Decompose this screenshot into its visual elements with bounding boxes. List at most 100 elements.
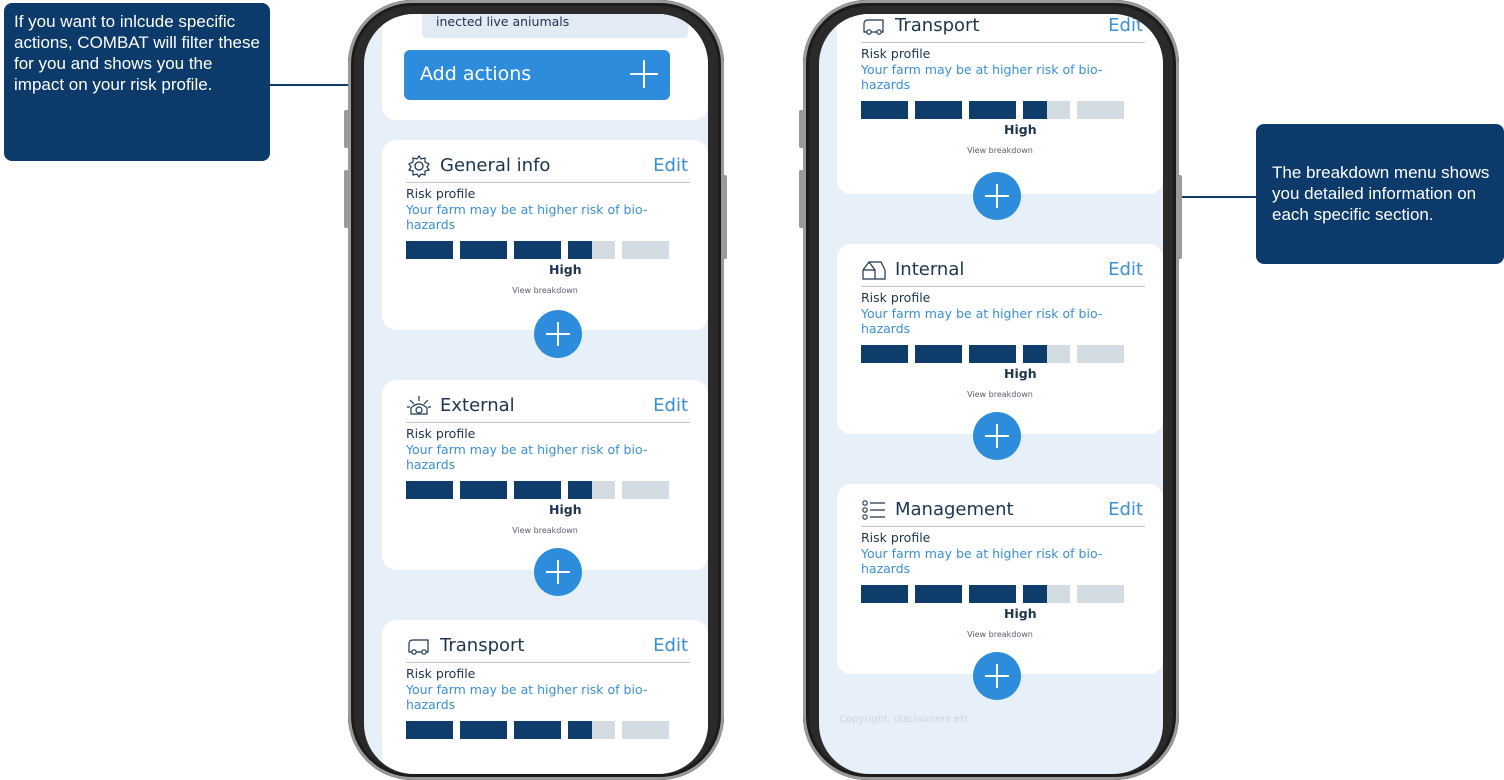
risk-bar — [406, 241, 453, 259]
risk-bar — [1077, 585, 1124, 603]
risk-profile-text: Your farm may be at higher risk of bio-h… — [861, 62, 1103, 92]
section-header: Transport Edit — [406, 634, 690, 663]
risk-profile-label: Risk profile — [861, 530, 931, 545]
truck-icon — [408, 639, 429, 655]
edit-link[interactable]: Edit — [1108, 259, 1143, 280]
section-header: Transport Edit — [861, 14, 1145, 43]
callout-text: If you want to inlcude specific actions,… — [14, 12, 260, 94]
risk-profile-text: Your farm may be at higher risk of bio-h… — [861, 546, 1103, 576]
risk-bar — [514, 481, 561, 499]
callout-text: The breakdown menu shows you detailed in… — [1272, 163, 1490, 224]
risk-bar — [969, 345, 1016, 363]
risk-bar — [514, 721, 561, 739]
view-breakdown-label: View breakdown — [967, 390, 1033, 399]
view-breakdown-label: View breakdown — [512, 286, 578, 295]
risk-level: High — [549, 262, 582, 277]
risk-bar — [1077, 101, 1124, 119]
edit-link[interactable]: Edit — [653, 635, 688, 656]
risk-profile-text: Your farm may be at higher risk of bio-h… — [406, 202, 648, 232]
copyright-text: Copyright, disclaimers etc — [839, 714, 970, 725]
section-card-management: Management Edit Risk profile Your farm m… — [837, 484, 1163, 674]
risk-bar — [915, 585, 962, 603]
risk-bar — [568, 241, 615, 259]
callout-add-actions: If you want to inlcude specific actions,… — [4, 3, 270, 161]
risk-meter — [406, 481, 671, 499]
risk-bar — [460, 721, 507, 739]
edit-link[interactable]: Edit — [653, 395, 688, 416]
risk-bar — [622, 241, 669, 259]
risk-bar — [622, 721, 669, 739]
risk-profile-text: Your farm may be at higher risk of bio-h… — [406, 682, 648, 712]
risk-bar — [568, 481, 615, 499]
risk-bar — [622, 481, 669, 499]
risk-meter — [861, 345, 1126, 363]
risk-bar — [1023, 345, 1070, 363]
section-card-transport: Transport Edit Risk profile Your farm ma… — [382, 620, 708, 774]
section-header: External Edit — [406, 394, 690, 423]
edit-link[interactable]: Edit — [653, 155, 688, 176]
gear-icon — [408, 154, 430, 178]
risk-level: High — [1004, 366, 1037, 381]
section-card-external: External Edit Risk profile Your farm may… — [382, 380, 708, 570]
risk-level: High — [549, 502, 582, 517]
risk-bar — [1023, 101, 1070, 119]
plus-icon — [630, 60, 658, 88]
close-icon[interactable] — [646, 14, 672, 26]
phone-screen: inected live aniumals Add actions Genera… — [364, 14, 708, 774]
section-title: External — [440, 395, 515, 416]
callout-breakdown: The breakdown menu shows you detailed in… — [1256, 124, 1504, 264]
risk-bar — [915, 345, 962, 363]
view-breakdown-button[interactable] — [973, 652, 1021, 700]
risk-bar — [406, 721, 453, 739]
risk-profile-label: Risk profile — [406, 186, 476, 201]
risk-profile-text: Your farm may be at higher risk of bio-h… — [406, 442, 648, 472]
risk-bar — [1077, 345, 1124, 363]
risk-profile-text: Your farm may be at higher risk of bio-h… — [861, 306, 1103, 336]
risk-bar — [1023, 585, 1070, 603]
view-breakdown-label: View breakdown — [967, 146, 1033, 155]
section-card-general-info: General info Edit Risk profile Your farm… — [382, 140, 708, 330]
section-header: General info Edit — [406, 154, 690, 183]
action-field[interactable]: inected live aniumals — [422, 14, 688, 38]
view-breakdown-button[interactable] — [534, 310, 582, 358]
list-icon — [862, 500, 885, 520]
risk-meter — [406, 721, 671, 739]
view-breakdown-label: View breakdown — [967, 630, 1033, 639]
section-header: Internal Edit — [861, 258, 1145, 287]
risk-meter — [406, 241, 671, 259]
risk-bar — [460, 481, 507, 499]
section-title: Transport — [895, 15, 980, 36]
action-text: inected live aniumals — [436, 14, 570, 29]
barn-icon — [862, 261, 886, 280]
risk-profile-label: Risk profile — [861, 46, 931, 61]
edit-link[interactable]: Edit — [1108, 15, 1143, 36]
risk-level: High — [1004, 606, 1037, 621]
section-title: Management — [895, 499, 1014, 520]
add-actions-label: Add actions — [420, 63, 532, 85]
view-breakdown-button[interactable] — [534, 548, 582, 596]
risk-meter — [861, 585, 1126, 603]
section-header: Management Edit — [861, 498, 1145, 527]
section-title: Transport — [440, 635, 525, 656]
section-card-transport: Transport Edit Risk profile Your farm ma… — [837, 14, 1163, 194]
risk-profile-label: Risk profile — [406, 666, 476, 681]
phone-left: inected live aniumals Add actions Genera… — [344, 0, 727, 780]
risk-profile-label: Risk profile — [406, 426, 476, 441]
risk-bar — [915, 101, 962, 119]
section-card-internal: Internal Edit Risk profile Your farm may… — [837, 244, 1163, 434]
view-breakdown-button[interactable] — [973, 412, 1021, 460]
section-title: General info — [440, 155, 551, 176]
risk-bar — [406, 481, 453, 499]
section-title: Internal — [895, 259, 965, 280]
view-breakdown-button[interactable] — [973, 172, 1021, 220]
risk-bar — [460, 241, 507, 259]
risk-bar — [969, 101, 1016, 119]
actions-card: inected live aniumals Add actions — [382, 14, 708, 120]
risk-level: High — [1004, 122, 1037, 137]
risk-profile-label: Risk profile — [861, 290, 931, 305]
risk-bar — [568, 721, 615, 739]
truck-icon — [863, 19, 884, 35]
add-actions-button[interactable]: Add actions — [404, 50, 670, 100]
edit-link[interactable]: Edit — [1108, 499, 1143, 520]
risk-bar — [861, 585, 908, 603]
